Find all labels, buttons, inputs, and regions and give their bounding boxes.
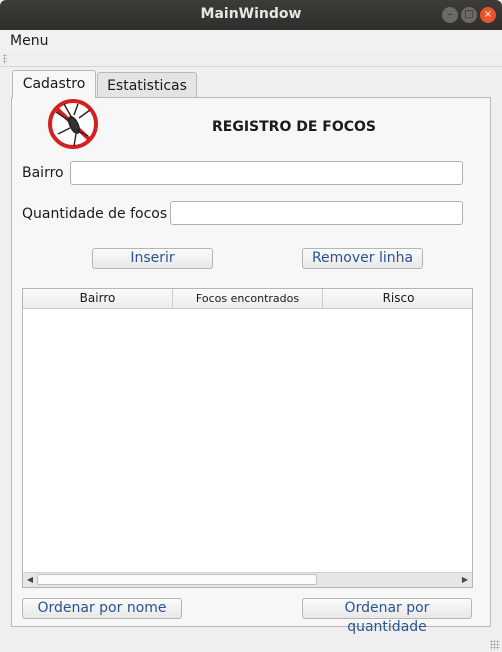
quantidade-input[interactable] (170, 201, 463, 225)
bairro-label: Bairro (22, 165, 64, 181)
remover-linha-button[interactable]: Remover linha (302, 248, 423, 269)
minimize-icon[interactable]: – (442, 7, 458, 23)
bairro-input[interactable] (70, 161, 463, 185)
scroll-right-icon[interactable]: ▶ (458, 573, 472, 587)
window-title: MainWindow (200, 6, 302, 22)
quantidade-label: Quantidade de focos (22, 206, 168, 222)
page-title: REGISTRO DE FOCOS (212, 119, 377, 135)
menu-bar: Menu (0, 30, 502, 53)
toolbar-grip-icon[interactable] (3, 54, 7, 64)
maximize-icon[interactable]: □ (461, 7, 477, 23)
scrollbar-thumb[interactable] (37, 574, 317, 585)
focos-table[interactable]: Bairro Focos encontrados Risco ◀ ▶ (22, 288, 473, 588)
inserir-button[interactable]: Inserir (92, 248, 213, 269)
mosquito-prohibited-icon (48, 99, 98, 149)
column-header-focos[interactable]: Focos encontrados (173, 289, 323, 308)
scroll-left-icon[interactable]: ◀ (23, 573, 37, 587)
horizontal-scrollbar[interactable]: ◀ ▶ (23, 572, 472, 587)
menu-menu[interactable]: Menu (10, 33, 48, 49)
ordenar-nome-button[interactable]: Ordenar por nome (22, 598, 182, 619)
column-header-bairro[interactable]: Bairro (23, 289, 173, 308)
table-header: Bairro Focos encontrados Risco (23, 289, 472, 309)
title-bar: MainWindow – □ × (0, 0, 502, 30)
ordenar-quantidade-button[interactable]: Ordenar por quantidade (302, 598, 472, 635)
toolbar-area (0, 52, 502, 67)
close-icon[interactable]: × (480, 7, 496, 23)
resize-grip-icon[interactable] (490, 640, 500, 650)
tab-cadastro[interactable]: Cadastro (12, 70, 96, 98)
tab-estatisticas[interactable]: Estatisticas (97, 72, 197, 98)
column-header-risco[interactable]: Risco (323, 289, 472, 308)
